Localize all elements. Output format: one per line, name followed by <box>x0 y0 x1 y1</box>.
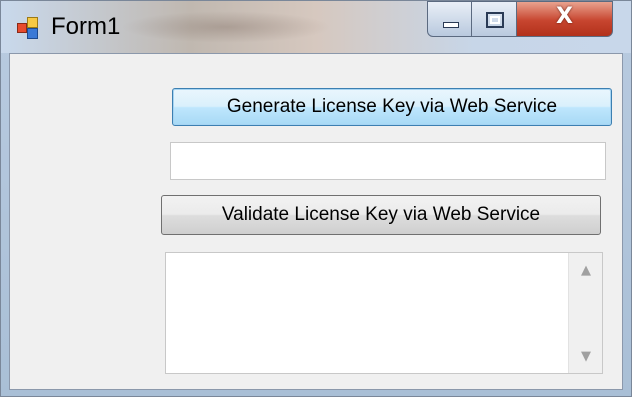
close-icon: X <box>556 4 573 29</box>
app-icon-blue-square <box>27 28 38 39</box>
validate-license-key-button[interactable]: Validate License Key via Web Service <box>161 195 601 235</box>
license-key-textbox[interactable] <box>170 142 606 180</box>
close-button[interactable]: X <box>517 1 613 37</box>
app-icon-yellow-square <box>27 17 38 28</box>
maximize-icon <box>486 12 504 28</box>
scroll-down-arrow-icon[interactable]: ▼ <box>569 341 603 371</box>
minimize-button[interactable] <box>427 1 472 37</box>
window-title: Form1 <box>51 13 121 40</box>
validation-result-textarea[interactable]: ▲ ▼ <box>165 252 603 374</box>
form1-window: Form1 X Generate License Key via Web Ser… <box>0 0 632 397</box>
form-client-area: Generate License Key via Web Service Val… <box>9 53 623 390</box>
minimize-icon <box>443 22 459 28</box>
vertical-scrollbar[interactable]: ▲ ▼ <box>568 253 602 373</box>
generate-license-key-button[interactable]: Generate License Key via Web Service <box>172 88 612 126</box>
title-bar[interactable]: Form1 X <box>1 1 631 53</box>
scroll-up-arrow-icon[interactable]: ▲ <box>569 255 603 285</box>
app-icon[interactable] <box>17 17 38 39</box>
app-icon-red-square <box>17 23 27 33</box>
maximize-button[interactable] <box>472 1 517 37</box>
